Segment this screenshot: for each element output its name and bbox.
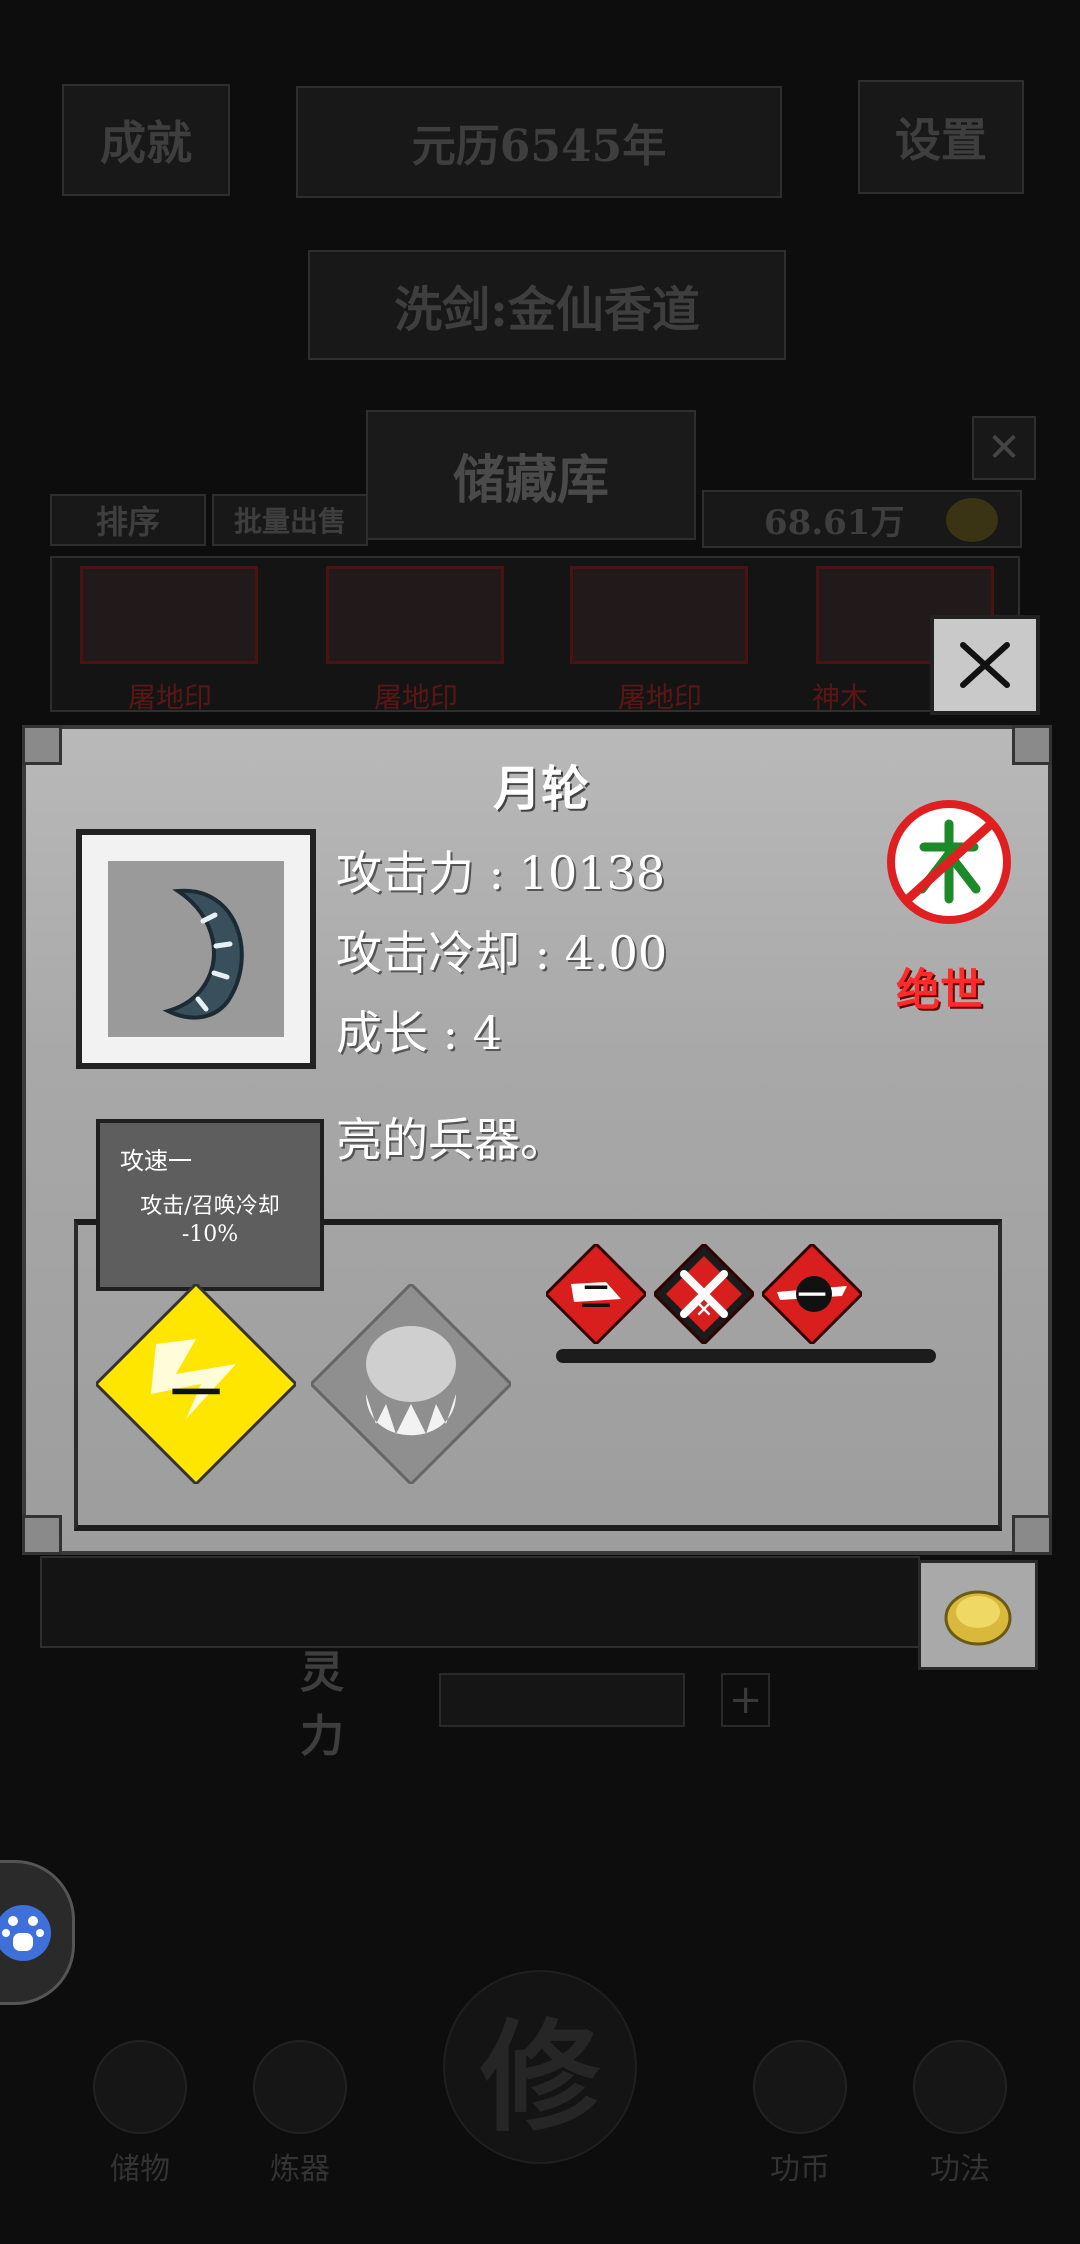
slot-label: 屠地印: [127, 681, 212, 714]
stat-label: 攻击力: [336, 846, 474, 900]
close-icon: [960, 642, 1010, 688]
storage-slot[interactable]: [326, 566, 504, 664]
storage-title: 储藏库: [452, 449, 609, 511]
slot-label: 屠地印: [373, 681, 458, 714]
storage-tab-bar: [40, 1556, 920, 1648]
weapon-badge[interactable]: 二: [543, 1241, 649, 1347]
item-detail-dialog: 月轮 攻击力 : 10138 攻击冷却 : 4.00 成长 : 4 绝世 亮的兵…: [22, 725, 1052, 1555]
ghost-skill-icon: [308, 1281, 514, 1487]
stat-value: 10138: [518, 846, 666, 900]
nav-item-skills[interactable]: 功法: [890, 2040, 1030, 2188]
nav-item-storage[interactable]: 储物: [70, 2040, 210, 2188]
dialog-close-button[interactable]: [930, 615, 1040, 715]
date-banner: 元历6545年: [296, 86, 782, 198]
nav-item-cultivate[interactable]: 修: [440, 1970, 640, 2164]
storage-close-button[interactable]: ✕: [972, 416, 1036, 480]
server-banner: 洗剑:金仙香道: [308, 250, 786, 360]
skill-glyph: 一: [171, 1364, 221, 1423]
sort-button[interactable]: 排序: [50, 494, 206, 546]
baidu-paw-icon: [0, 1904, 51, 1961]
slot-label: 屠地印: [617, 681, 702, 714]
storage-slot[interactable]: [570, 566, 748, 664]
stamina-row: 灵力 +: [300, 1647, 770, 1762]
stamina-bar: [438, 1673, 686, 1727]
plus-icon[interactable]: +: [721, 1673, 770, 1727]
item-icon-background: [108, 861, 284, 1037]
stat-label: 攻击冷却: [336, 926, 520, 980]
coin-button[interactable]: [918, 1560, 1038, 1670]
stat-label: 成长: [336, 1006, 428, 1060]
tooltip-title: 攻速一: [120, 1147, 192, 1175]
tooltip-body: 攻击/召唤冷却 -10%: [100, 1193, 320, 1249]
scroll-icon: [913, 2040, 1007, 2134]
wood-element-prohibited-icon: [886, 799, 1012, 925]
stamina-label: 灵力: [300, 1647, 344, 1762]
nav-label: 炼器: [270, 2152, 330, 2187]
nav-item-coins[interactable]: 功币: [730, 2040, 870, 2188]
badge-glyph: 一: [797, 1279, 826, 1312]
sort-label: 排序: [95, 503, 160, 541]
storage-title-plate: 储藏库: [366, 410, 696, 540]
badge-glyph: 二: [581, 1280, 611, 1315]
cultivate-icon: 修: [443, 1970, 637, 2164]
coin-stack-icon: [753, 2040, 847, 2134]
bulk-sell-label: 批量出售: [233, 505, 346, 538]
storage-slot[interactable]: [80, 566, 258, 664]
currency-amount: 68.61万: [764, 502, 905, 543]
gold-coin-icon: [946, 498, 998, 542]
weapon-badge[interactable]: 一: [759, 1241, 865, 1347]
furnace-icon: [253, 2040, 347, 2134]
skill-slot-1[interactable]: 一: [93, 1281, 299, 1487]
settings-button[interactable]: 设置: [858, 80, 1024, 194]
nav-label: 修: [480, 2007, 600, 2148]
achievement-button[interactable]: 成就: [62, 84, 230, 196]
currency-display: 68.61万: [702, 490, 1022, 548]
moon-blade-icon: [162, 888, 244, 1020]
corner-ornament: [22, 1515, 62, 1555]
baidu-float-button[interactable]: [0, 1860, 75, 2005]
stat-growth: 成长 : 4: [336, 1006, 503, 1060]
close-icon: ✕: [987, 425, 1021, 471]
skill-tooltip: 攻速一 攻击/召唤冷却 -10%: [96, 1119, 324, 1291]
bag-icon: [93, 2040, 187, 2134]
rarity-label: 绝世: [896, 965, 984, 1016]
ink-divider: [556, 1349, 936, 1363]
bulk-sell-button[interactable]: 批量出售: [212, 494, 368, 546]
stat-value: 4: [472, 1006, 503, 1060]
tooltip-line: -10%: [181, 1222, 239, 1247]
nav-item-forge[interactable]: 炼器: [230, 2040, 370, 2188]
item-icon-frame: [76, 829, 316, 1069]
weapon-badge[interactable]: ×: [651, 1241, 757, 1347]
stat-attack: 攻击力 : 10138: [336, 846, 666, 900]
gold-coin-icon: [944, 1590, 1012, 1646]
badge-glyph: ×: [694, 1296, 714, 1322]
skill-slot-2[interactable]: [308, 1281, 514, 1487]
corner-ornament: [1012, 1515, 1052, 1555]
item-description: 亮的兵器。: [336, 1113, 566, 1167]
achievement-label: 成就: [100, 116, 192, 170]
date-label: 元历6545年: [411, 121, 667, 172]
nav-label: 功币: [770, 2152, 830, 2187]
tooltip-line: 攻击/召唤冷却: [140, 1194, 280, 1219]
server-banner-label: 洗剑:金仙香道: [394, 282, 700, 338]
slot-label: 神木: [811, 681, 868, 714]
stat-value: 4.00: [564, 926, 668, 980]
settings-label: 设置: [895, 113, 987, 167]
nav-label: 功法: [930, 2152, 990, 2187]
badge-crossed-swords-icon: [651, 1241, 757, 1347]
stat-attack-cooldown: 攻击冷却 : 4.00: [336, 926, 668, 980]
nav-label: 储物: [110, 2152, 170, 2187]
